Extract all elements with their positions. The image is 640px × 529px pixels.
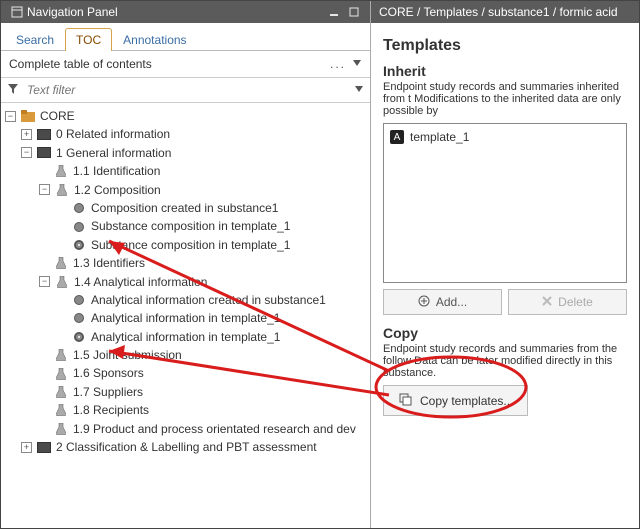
tree-item[interactable]: 1.8 Recipients — [73, 403, 149, 417]
tree-item[interactable]: Analytical information created in substa… — [91, 293, 326, 307]
tree-item[interactable]: Composition created in substance1 — [91, 201, 278, 215]
toc-subtitle-row: Complete table of contents ... — [1, 51, 370, 78]
tree[interactable]: − CORE +0 Related information − 1 General … — [1, 103, 370, 528]
inherit-heading: Inherit — [383, 63, 627, 79]
filter-input[interactable] — [25, 82, 348, 98]
expand-icon[interactable]: − — [5, 111, 16, 122]
doc-icon — [36, 128, 52, 142]
left-titlebar: Navigation Panel — [1, 1, 370, 23]
tree-item[interactable]: 1 General information — [56, 146, 171, 160]
tab-search[interactable]: Search — [5, 28, 65, 51]
tree-item[interactable]: CORE — [40, 109, 75, 123]
tab-annotations[interactable]: Annotations — [112, 28, 197, 51]
template-icon: A — [390, 130, 404, 144]
panel-title: Navigation Panel — [27, 5, 118, 19]
add-label: Add... — [436, 295, 467, 309]
plus-icon — [418, 295, 430, 310]
flask-icon — [53, 403, 69, 417]
tree-item[interactable]: 1.9 Product and process orientated resea… — [73, 422, 356, 436]
dot-icon — [71, 293, 87, 307]
dropdown-icon[interactable] — [352, 57, 362, 71]
x-icon — [542, 295, 552, 309]
expand-icon[interactable]: + — [21, 442, 32, 453]
tree-item[interactable]: 0 Related information — [56, 127, 170, 141]
ring-icon — [71, 238, 87, 252]
add-button[interactable]: Add... — [383, 289, 502, 315]
template-label: template_1 — [410, 130, 469, 144]
filter-icon — [7, 83, 19, 98]
tree-item[interactable]: 1.5 Joint submission — [73, 348, 182, 362]
flask-icon — [53, 164, 69, 178]
tree-item[interactable]: 1.7 Suppliers — [73, 385, 143, 399]
copy-description: Endpoint study records and summaries fro… — [383, 343, 627, 379]
tree-item[interactable]: 1.1 Identification — [73, 164, 160, 178]
tree-item[interactable]: Analytical information in template_1 — [91, 330, 280, 344]
folder-icon — [20, 109, 36, 123]
filter-dropdown-icon[interactable] — [354, 83, 364, 97]
flask-icon — [54, 183, 70, 197]
copy-heading: Copy — [383, 325, 627, 341]
copy-icon — [398, 392, 412, 409]
templates-heading: Templates — [383, 37, 627, 55]
flask-icon — [53, 348, 69, 362]
toc-subtitle: Complete table of contents — [9, 57, 152, 71]
copy-templates-label: Copy templates... — [420, 394, 513, 408]
tree-item[interactable]: 1.2 Composition — [74, 183, 161, 197]
breadcrumb: CORE / Templates / substance1 / formic a… — [371, 1, 639, 23]
filter-row — [1, 78, 370, 103]
delete-label: Delete — [558, 295, 593, 309]
tree-item[interactable]: Substance composition in template_1 — [91, 238, 290, 252]
flask-icon — [53, 256, 69, 270]
ring-icon — [71, 330, 87, 344]
dot-icon — [71, 220, 87, 234]
doc-icon — [36, 146, 52, 160]
tree-item[interactable]: 1.3 Identifiers — [73, 256, 145, 270]
tab-bar: Search TOC Annotations — [1, 23, 370, 51]
doc-icon — [36, 440, 52, 454]
delete-button[interactable]: Delete — [508, 289, 627, 315]
tree-item[interactable]: Analytical information in template_1 — [91, 311, 280, 325]
maximize-icon[interactable] — [344, 4, 364, 20]
flask-icon — [54, 275, 70, 289]
tree-item[interactable]: 1.6 Sponsors — [73, 366, 144, 380]
dot-icon — [71, 201, 87, 215]
dot-icon — [71, 311, 87, 325]
tree-item[interactable]: 1.4 Analytical information — [74, 275, 207, 289]
inherit-listbox[interactable]: A template_1 — [383, 123, 627, 283]
flask-icon — [53, 367, 69, 381]
toc-options-icon[interactable]: ... — [330, 57, 352, 71]
copy-templates-button[interactable]: Copy templates... — [383, 385, 528, 416]
expand-icon[interactable]: + — [21, 129, 32, 140]
list-item[interactable]: A template_1 — [388, 128, 622, 146]
tree-item[interactable]: 2 Classification & Labelling and PBT ass… — [56, 440, 317, 454]
flask-icon — [53, 385, 69, 399]
expand-icon[interactable]: − — [39, 184, 50, 195]
flask-icon — [53, 422, 69, 436]
tree-item[interactable]: Substance composition in template_1 — [91, 219, 290, 233]
panel-icon — [7, 4, 27, 20]
expand-icon[interactable]: − — [21, 147, 32, 158]
inherit-description: Endpoint study records and summaries inh… — [383, 81, 627, 117]
expand-icon[interactable]: − — [39, 276, 50, 287]
tab-toc[interactable]: TOC — [65, 28, 112, 51]
minimize-icon[interactable] — [324, 4, 344, 20]
